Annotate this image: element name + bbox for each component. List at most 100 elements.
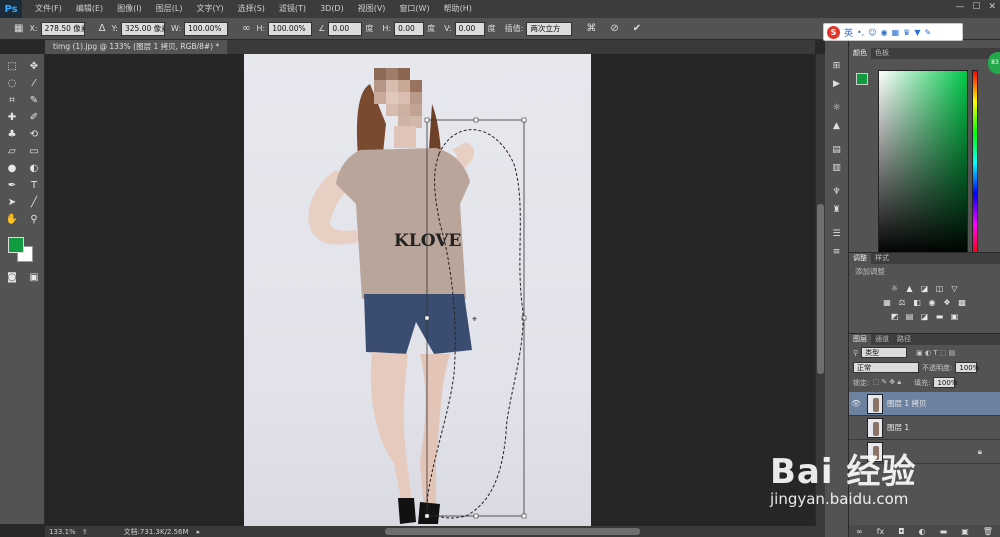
magic-wand-tool-icon[interactable]: ⁄ xyxy=(24,75,44,91)
brush-panel-icon[interactable]: ♆ xyxy=(825,184,848,200)
eraser-tool-icon[interactable]: ▱ xyxy=(2,143,22,159)
move-tool-icon[interactable]: ✥ xyxy=(24,58,44,74)
gradient-map-adj-icon[interactable]: ▬ xyxy=(935,312,945,321)
tab-styles[interactable]: 样式 xyxy=(871,253,893,264)
tab-adjustments[interactable]: 调整 xyxy=(849,253,871,264)
vskew-field[interactable]: 0.00 xyxy=(454,21,485,36)
maximize-icon[interactable]: ☐ xyxy=(972,2,980,12)
fx-icon[interactable]: fx xyxy=(877,527,885,536)
document-image[interactable]: KLOVE ⌖ xyxy=(244,54,591,526)
hue-sat-adj-icon[interactable]: ▦ xyxy=(882,298,892,307)
w-field[interactable]: 100.00% xyxy=(184,21,229,36)
menu-item-7[interactable]: 3D(D) xyxy=(313,0,351,18)
link-icon[interactable]: ∞ xyxy=(242,23,250,34)
vertical-scroll-thumb[interactable] xyxy=(817,204,824,374)
foreground-color-swatch[interactable] xyxy=(8,237,24,253)
hskew-field[interactable]: 0.00 xyxy=(394,21,425,36)
ime-punct-icon[interactable]: •, xyxy=(857,28,864,37)
ime-lang[interactable]: 英 xyxy=(844,26,853,39)
menu-item-9[interactable]: 窗口(W) xyxy=(392,0,436,18)
bw-adj-icon[interactable]: ◧ xyxy=(912,298,922,307)
sogou-logo[interactable]: S xyxy=(827,25,840,39)
transform-reference-icon[interactable]: ▦ xyxy=(14,23,23,34)
fill-field[interactable]: 100% xyxy=(933,377,957,388)
menu-item-1[interactable]: 编辑(E) xyxy=(69,0,110,18)
filter-search-icon[interactable]: ⚲ xyxy=(853,349,858,357)
line-tool-icon[interactable]: ╱ xyxy=(24,194,44,210)
vibrance-adj-icon[interactable]: ▽ xyxy=(950,284,960,293)
lasso-tool-icon[interactable]: ◌ xyxy=(2,75,22,91)
actions-panel-icon[interactable]: ▶ xyxy=(825,76,848,92)
levels-adj-icon[interactable]: ▲ xyxy=(905,284,915,293)
tab-layers[interactable]: 图层 xyxy=(849,334,871,345)
ime-keyboard-icon[interactable]: ▦ xyxy=(892,28,900,37)
close-icon[interactable]: ✕ xyxy=(988,2,996,12)
photo-filter-adj-icon[interactable]: ◉ xyxy=(927,298,937,307)
zoom-tool-icon[interactable]: ⚲ xyxy=(24,211,44,227)
brightness-icon[interactable]: ☼ xyxy=(825,100,848,116)
warp-icon[interactable]: ⌘ xyxy=(586,23,596,34)
ime-mic-icon[interactable]: ◉ xyxy=(881,28,888,37)
clone-source-icon[interactable]: ♜ xyxy=(825,202,848,218)
character-panel-icon[interactable]: ≡ xyxy=(825,244,848,260)
menu-item-2[interactable]: 图像(I) xyxy=(110,0,149,18)
channel-mixer-adj-icon[interactable]: ❖ xyxy=(942,298,952,307)
add-mask-icon[interactable]: ◘ xyxy=(898,527,904,536)
delta-icon[interactable]: Δ xyxy=(99,23,106,34)
new-adjustment-icon[interactable]: ◐ xyxy=(919,527,926,536)
layer-row-1[interactable]: 图层 1 xyxy=(849,416,1000,440)
hand-tool-icon[interactable]: ✋ xyxy=(2,211,22,227)
new-group-icon[interactable]: ▬ xyxy=(940,527,948,536)
menu-item-0[interactable]: 文件(F) xyxy=(28,0,69,18)
properties-icon[interactable]: ☰ xyxy=(825,226,848,242)
new-layer-icon[interactable]: ▣ xyxy=(961,527,969,536)
ime-shirt-icon[interactable]: ▼ xyxy=(914,28,920,37)
blend-mode-select[interactable]: 正常 xyxy=(853,362,919,373)
menu-item-10[interactable]: 帮助(H) xyxy=(437,0,479,18)
blur-tool-icon[interactable]: ● xyxy=(2,160,22,176)
lock-icons[interactable]: ⬚ ✎ ✥ 🔒︎ xyxy=(872,378,901,387)
filter-icons[interactable]: ▣ ◐ T ⬚ ▤ xyxy=(916,349,955,357)
gradient-tool-icon[interactable]: ▭ xyxy=(24,143,44,159)
layer-comps-icon[interactable]: ▥ xyxy=(825,160,848,176)
brightness-adj-icon[interactable]: ☼ xyxy=(890,284,900,293)
info-panel-icon[interactable]: ▤ xyxy=(825,142,848,158)
x-field[interactable]: 278.50 像素 xyxy=(40,21,85,36)
levels-icon[interactable]: ▲ xyxy=(825,118,848,134)
path-select-icon[interactable]: ➤ xyxy=(2,194,22,210)
menu-item-5[interactable]: 选择(S) xyxy=(231,0,272,18)
status-arrow-icon[interactable]: ▸ xyxy=(197,528,201,536)
zoom-level[interactable]: 133.1% xyxy=(49,528,76,536)
opacity-field[interactable]: 100% xyxy=(955,362,979,373)
visibility-eye-icon[interactable]: 👁︎ xyxy=(849,399,863,408)
stamp-tool-icon[interactable]: ♣ xyxy=(2,126,22,142)
eyedropper-tool-icon[interactable]: ✎ xyxy=(24,92,44,108)
quick-mask-icon[interactable]: ◙ xyxy=(2,269,22,285)
tab-color[interactable]: 颜色 xyxy=(849,48,871,59)
threshold-adj-icon[interactable]: ◪ xyxy=(920,312,930,321)
color-panel-fg-chip[interactable] xyxy=(856,73,868,85)
tab-channels[interactable]: 通道 xyxy=(871,334,893,345)
export-icon[interactable]: ⇪ xyxy=(82,528,88,536)
type-tool-icon[interactable]: T xyxy=(24,177,44,193)
commit-transform-icon[interactable]: ✔ xyxy=(633,23,641,34)
color-swatches[interactable] xyxy=(6,235,44,265)
side-badge[interactable]: 83 xyxy=(988,52,1000,74)
y-field[interactable]: 325.00 像素 xyxy=(121,21,166,36)
color-picker-field[interactable] xyxy=(878,70,968,256)
posterize-adj-icon[interactable]: ▤ xyxy=(905,312,915,321)
menu-item-6[interactable]: 滤镜(T) xyxy=(272,0,313,18)
angle-field[interactable]: 0.00 xyxy=(328,21,363,36)
exposure-adj-icon[interactable]: ◫ xyxy=(935,284,945,293)
link-layers-icon[interactable]: ∞ xyxy=(856,527,863,536)
delete-layer-icon[interactable]: 🗑︎ xyxy=(983,527,993,536)
ime-emoji-icon[interactable]: ☺ xyxy=(868,28,876,37)
horizontal-scroll-thumb[interactable] xyxy=(385,528,640,535)
tab-swatches[interactable]: 色板 xyxy=(871,48,893,59)
dodge-tool-icon[interactable]: ◐ xyxy=(24,160,44,176)
ime-skin-icon[interactable]: ♛ xyxy=(903,28,910,37)
screen-mode-icon[interactable]: ▣ xyxy=(24,269,44,285)
curves-adj-icon[interactable]: ◪ xyxy=(920,284,930,293)
brush-tool-icon[interactable]: ✐ xyxy=(24,109,44,125)
interp-select[interactable]: 两次立方 xyxy=(526,21,573,36)
